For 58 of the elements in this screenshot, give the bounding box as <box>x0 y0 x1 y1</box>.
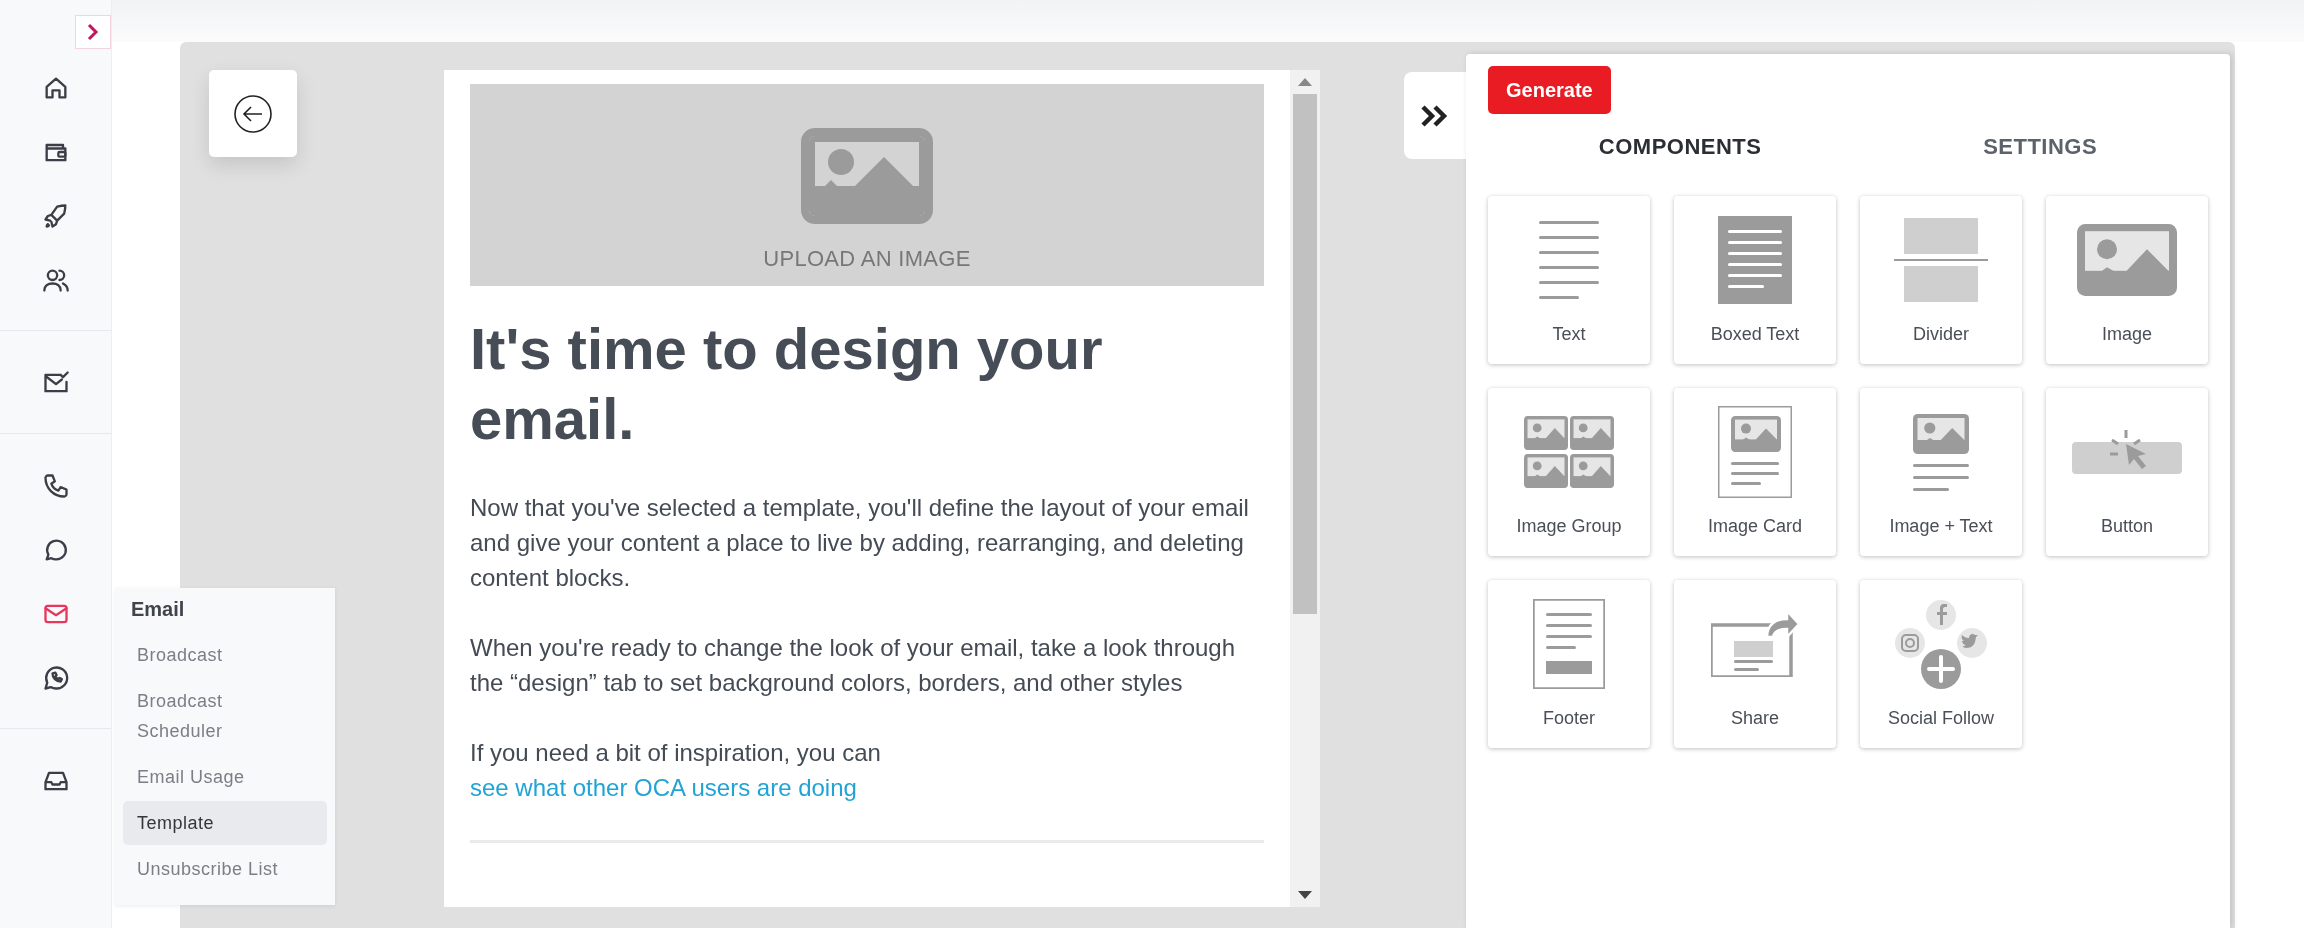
image-icon <box>801 128 933 224</box>
body-paragraph: When you're ready to change the look of your email, take a look through the “design” tab to set background colors, borders, and other styles <box>470 633 1237 698</box>
component-card[interactable]: Image + Text <box>1860 388 2022 556</box>
share-icon <box>1711 611 1799 677</box>
upload-label: UPLOAD AN IMAGE <box>763 246 971 272</box>
scrollbar[interactable] <box>1290 70 1320 907</box>
generate-button[interactable]: Generate <box>1488 66 1611 114</box>
expand-button[interactable] <box>1404 72 1466 159</box>
component-card[interactable]: Image <box>2046 196 2208 364</box>
component-card[interactable]: Boxed Text <box>1674 196 1836 364</box>
component-card[interactable]: Button <box>2046 388 2208 556</box>
component-card[interactable]: Text <box>1488 196 1650 364</box>
component-label: Divider <box>1913 324 1969 345</box>
back-button[interactable] <box>209 70 297 157</box>
component-card[interactable]: Social Follow <box>1860 580 2022 748</box>
component-label: Share <box>1730 708 1779 729</box>
submenu-item[interactable]: Broadcast <box>123 633 327 677</box>
component-card[interactable]: Divider <box>1860 196 2022 364</box>
component-label: Social Follow <box>1887 708 1994 729</box>
image-icon <box>2077 224 2177 296</box>
submenu-title: Email <box>130 598 186 622</box>
social-follow-icon <box>1895 599 1987 689</box>
component-card[interactable]: Share <box>1674 580 1836 748</box>
chevron-right-icon <box>87 23 99 41</box>
component-label: Image <box>2102 324 2152 345</box>
component-label: Image Group <box>1516 516 1622 537</box>
image-text-icon <box>1913 413 1969 491</box>
panel-tab[interactable]: SETTINGS <box>1923 124 2158 170</box>
component-label: Image Card <box>1707 516 1802 537</box>
submenu-item[interactable]: Broadcast Scheduler <box>123 679 327 753</box>
component-label: Button <box>2100 516 2153 537</box>
image-group-icon <box>1524 416 1614 488</box>
text-lines-icon <box>1539 221 1599 299</box>
scroll-down-icon[interactable] <box>1298 891 1312 899</box>
component-label: Text <box>1552 324 1586 345</box>
panel-tab[interactable]: COMPONENTS <box>1538 124 1822 170</box>
component-label: Image + Text <box>1889 516 1993 537</box>
image-card-icon <box>1718 406 1792 498</box>
submenu-item[interactable]: Unsubscribe List <box>123 847 327 891</box>
component-card[interactable]: Image Card <box>1674 388 1836 556</box>
phone-icon <box>41 472 70 500</box>
sidebar-toggle[interactable] <box>75 15 111 49</box>
component-label: Footer <box>1543 708 1595 729</box>
body-paragraph: Now that you've selected a template, you'll define the layout of your email and give your content a place to live by adding, rearranging, and deleting content blocks. <box>470 493 1250 593</box>
scroll-up-icon[interactable] <box>1298 78 1312 86</box>
footer-icon <box>1533 599 1605 689</box>
boxed-text-icon <box>1718 216 1792 304</box>
double-chevron-icon <box>1420 103 1450 128</box>
divider-icon <box>1894 218 1988 302</box>
submenu-item[interactable]: Template <box>123 801 327 845</box>
component-label: Boxed Text <box>1710 324 1800 345</box>
component-card[interactable]: Footer <box>1488 580 1650 748</box>
button-cursor-icon <box>2072 430 2182 474</box>
body-paragraph: If you need a bit of inspiration, you can see what other OCA users are doing <box>470 738 882 803</box>
component-card[interactable]: Image Group <box>1488 388 1650 556</box>
email-heading: It's time to design your email. <box>470 315 1104 453</box>
whatsapp-icon <box>41 664 70 692</box>
submenu-item[interactable]: Email Usage <box>123 755 327 799</box>
